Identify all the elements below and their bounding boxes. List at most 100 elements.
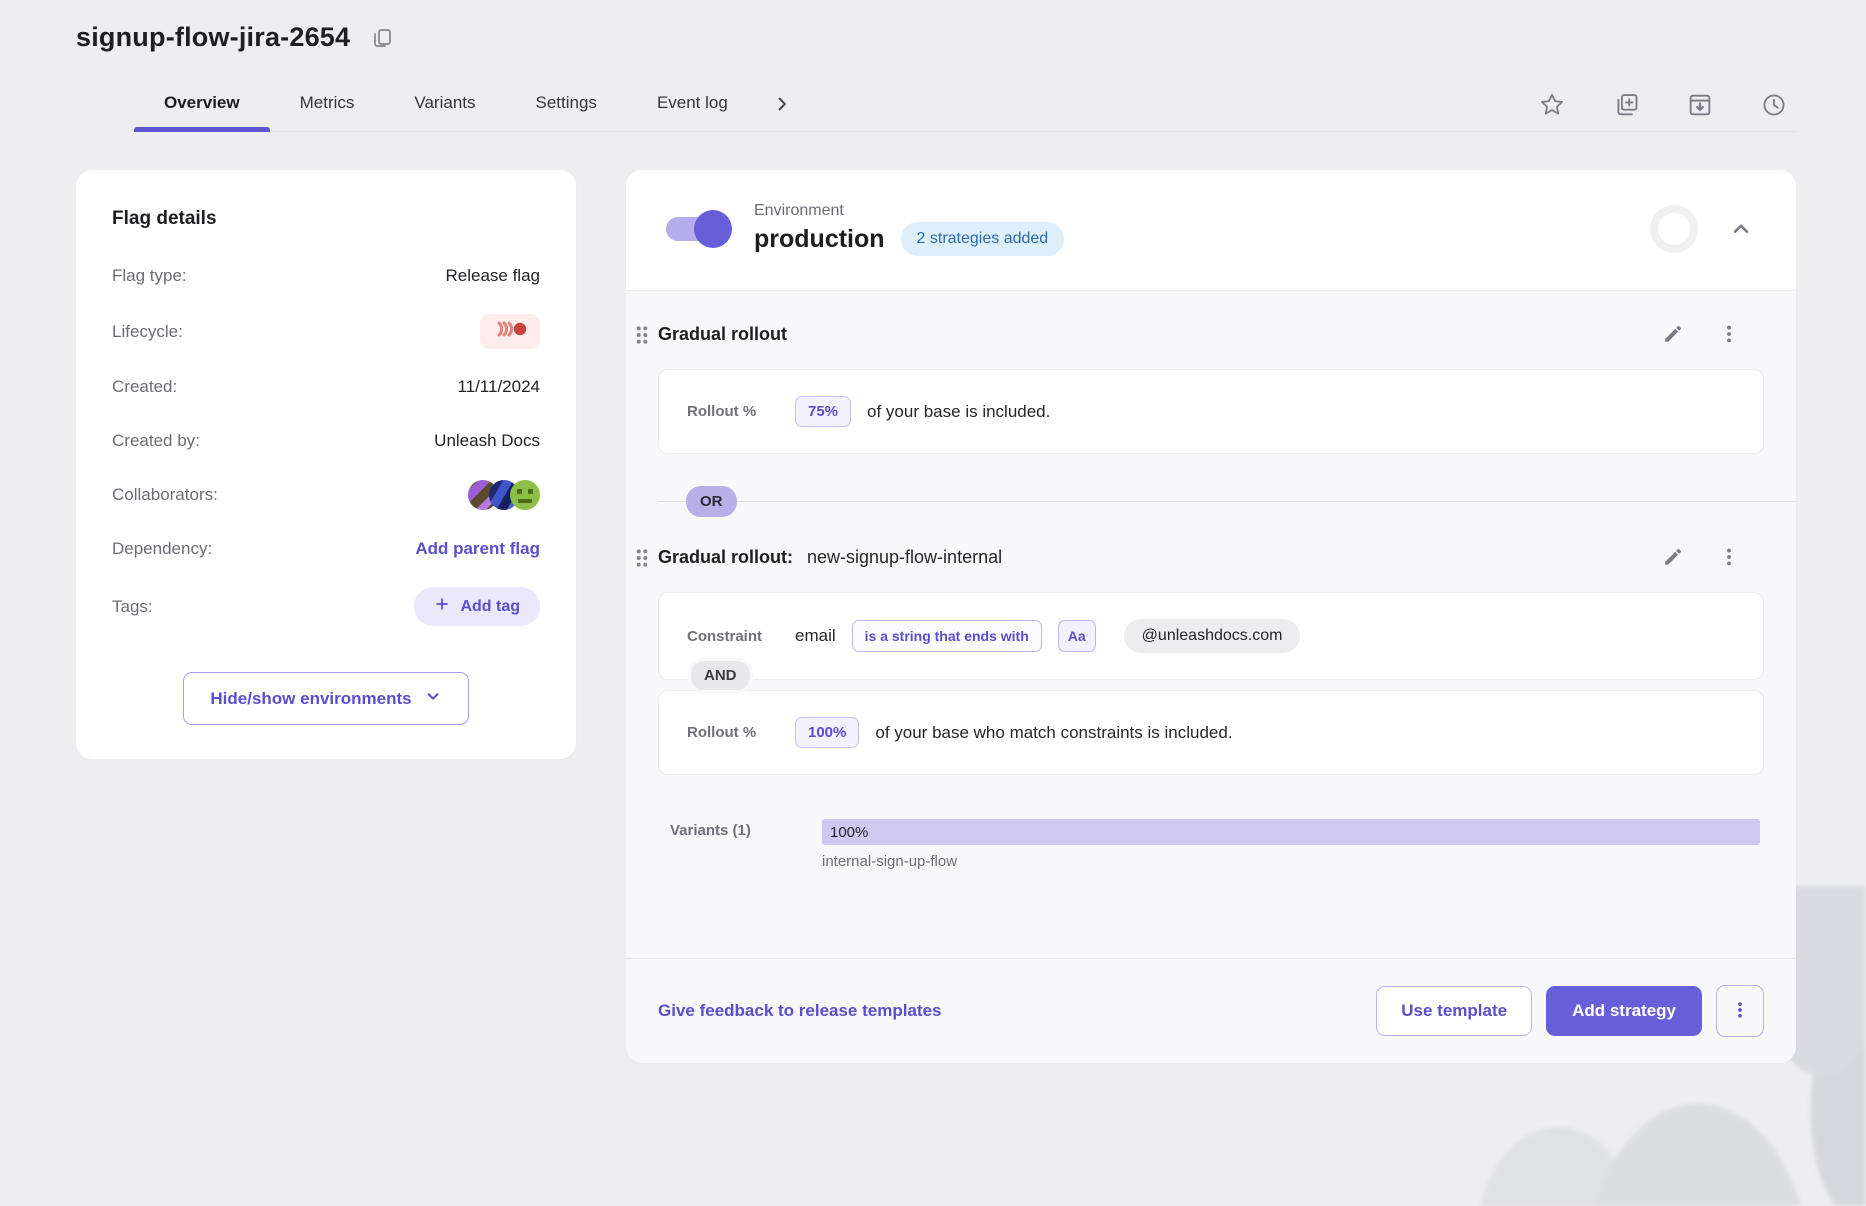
variants-row: Variants (1) 100% internal-sign-up-flow [670, 819, 1764, 870]
flag-page: signup-flow-jira-2654 Overview Metrics V… [0, 0, 1866, 1063]
created-value: 11/11/2024 [457, 377, 540, 397]
tags-label: Tags: [112, 597, 153, 617]
environment-title-block: Environment production 2 strategies adde… [754, 202, 1064, 256]
history-button[interactable] [1758, 89, 1790, 121]
add-parent-flag-link[interactable]: Add parent flag [415, 539, 540, 559]
add-tag-label: Add tag [460, 598, 520, 616]
created-row: Created: 11/11/2024 [112, 371, 540, 403]
collapse-environment-button[interactable] [1726, 214, 1756, 244]
tab-event-log[interactable]: Event log [627, 79, 758, 131]
kebab-menu-icon [1718, 323, 1740, 345]
collaborator-avatar [510, 480, 540, 510]
lifecycle-label: Lifecycle: [112, 322, 183, 342]
flag-type-value: Release flag [445, 266, 540, 286]
constraint-value-pill: @unleashdocs.com [1124, 619, 1301, 653]
constraint-label: Constraint [687, 628, 779, 645]
collaborators-label: Collaborators: [112, 485, 218, 505]
tab-variants[interactable]: Variants [384, 79, 505, 131]
strategy-item-2: Gradual rollout: new-signup-flow-interna… [658, 544, 1764, 870]
favorite-button[interactable] [1536, 89, 1568, 121]
live-lifecycle-icon [492, 319, 528, 344]
environment-label: Environment [754, 202, 1064, 220]
strategy-1-body: Rollout % 75% of your base is included. [658, 369, 1764, 454]
tags-row: Tags: Add tag [112, 587, 540, 626]
star-icon [1538, 91, 1566, 119]
flag-type-row: Flag type: Release flag [112, 260, 540, 292]
rollout-description: of your base who match constraints is in… [875, 723, 1232, 743]
archive-button[interactable] [1684, 89, 1716, 121]
variant-distribution-bar: 100% [822, 819, 1760, 845]
tab-overview[interactable]: Overview [134, 79, 270, 131]
variant-name: internal-sign-up-flow [822, 853, 1760, 870]
lifecycle-badge[interactable] [480, 314, 540, 349]
flag-actions-toolbar [1536, 79, 1794, 131]
metrics-ring [1650, 205, 1698, 253]
or-pill: OR [686, 486, 737, 517]
copy-name-button[interactable] [368, 24, 396, 52]
add-strategy-button[interactable]: Add strategy [1546, 986, 1702, 1036]
hide-show-environments-label: Hide/show environments [210, 689, 411, 709]
hide-show-environments-button[interactable]: Hide/show environments [183, 672, 468, 725]
feedback-link[interactable]: Give feedback to release templates [658, 1001, 941, 1021]
kebab-menu-icon [1730, 1000, 1750, 1023]
copy-icon [370, 26, 394, 50]
use-template-button[interactable]: Use template [1376, 986, 1532, 1036]
lifecycle-row: Lifecycle: [112, 314, 540, 349]
rollout-label: Rollout % [687, 724, 779, 741]
constraint-card: Constraint email is a string that ends w… [658, 592, 1764, 680]
edit-strategy-button[interactable] [1660, 544, 1686, 570]
rollout-percentage-badge: 75% [795, 396, 851, 427]
kebab-menu-icon [1718, 546, 1740, 568]
toggle-knob [694, 210, 732, 248]
rollout-percentage-badge: 100% [795, 717, 859, 748]
constraint-field: email [795, 626, 836, 646]
flag-details-title: Flag details [112, 208, 540, 230]
created-label: Created: [112, 377, 177, 397]
tab-metrics[interactable]: Metrics [270, 79, 385, 131]
strategies-count-badge: 2 strategies added [901, 222, 1065, 256]
strategy-menu-button[interactable] [1716, 321, 1742, 347]
rollout-description: of your base is included. [867, 402, 1050, 422]
plus-icon [434, 596, 450, 617]
pencil-icon [1662, 323, 1684, 345]
archive-icon [1686, 91, 1714, 119]
flag-details-card: Flag details Flag type: Release flag Lif… [76, 170, 576, 759]
strategy-2-name: new-signup-flow-internal [807, 547, 1002, 568]
environment-header: Environment production 2 strategies adde… [626, 170, 1796, 291]
drag-handle-icon[interactable] [633, 324, 651, 346]
flag-type-label: Flag type: [112, 266, 187, 286]
tab-settings[interactable]: Settings [506, 79, 627, 131]
tab-bar: Overview Metrics Variants Settings Event… [134, 79, 1796, 132]
environment-card: Environment production 2 strategies adde… [626, 170, 1796, 1063]
strategies-list: Gradual rollout [626, 291, 1796, 870]
title-row: signup-flow-jira-2654 [76, 22, 1796, 53]
edit-strategy-button[interactable] [1660, 321, 1686, 347]
and-pill: AND [688, 658, 753, 693]
history-clock-icon [1760, 91, 1788, 119]
dependency-row: Dependency: Add parent flag [112, 533, 540, 565]
drag-handle-icon[interactable] [633, 547, 651, 569]
strategy-item-1: Gradual rollout [658, 321, 1764, 454]
pencil-icon [1662, 546, 1684, 568]
created-by-label: Created by: [112, 431, 200, 451]
strategy-menu-button[interactable] [1716, 544, 1742, 570]
created-by-row: Created by: Unleash Docs [112, 425, 540, 457]
chevron-down-icon [424, 687, 442, 710]
page-title: signup-flow-jira-2654 [76, 22, 350, 53]
case-sensitivity-badge: Aa [1058, 620, 1096, 652]
add-tag-button[interactable]: Add tag [414, 587, 540, 626]
tab-overflow-button[interactable] [758, 79, 806, 131]
footer-menu-button[interactable] [1716, 985, 1764, 1037]
copy-flag-button[interactable] [1610, 89, 1642, 121]
strategy-2-body: AND Constraint email is a string that en… [658, 592, 1764, 775]
environment-toggle[interactable] [666, 214, 732, 244]
collaborator-avatars[interactable] [468, 480, 540, 510]
environment-footer: Give feedback to release templates Use t… [626, 958, 1796, 1063]
environment-name: production [754, 225, 885, 254]
main-content: Flag details Flag type: Release flag Lif… [76, 170, 1796, 1063]
variants-label: Variants (1) [670, 819, 822, 870]
strategy-1-title: Gradual rollout [658, 324, 787, 345]
constraint-operator-badge: is a string that ends with [852, 620, 1042, 652]
strategy-2-title: Gradual rollout: [658, 547, 793, 568]
created-by-value: Unleash Docs [434, 431, 540, 451]
